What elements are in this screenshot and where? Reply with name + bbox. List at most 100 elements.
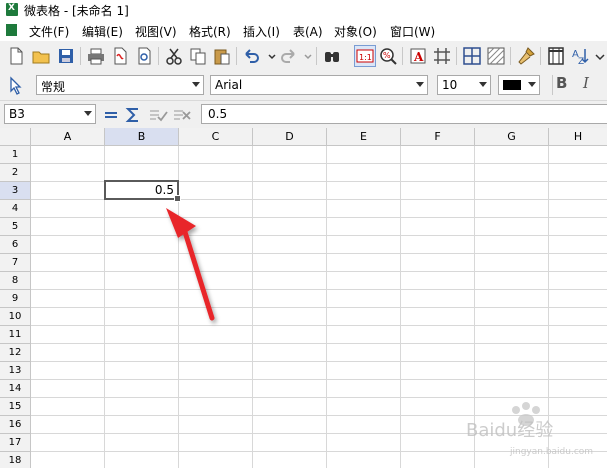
toolbar-separator xyxy=(402,47,403,65)
window-title: 微表格 - [未命名 1] xyxy=(24,4,129,18)
row-header-15[interactable]: 15 xyxy=(0,398,31,416)
font-color-select[interactable] xyxy=(498,75,540,95)
sum-sigma-icon[interactable] xyxy=(123,105,143,125)
style-select-value: 常规 xyxy=(41,80,66,94)
title-bar: 微表格 - [未命名 1] xyxy=(0,0,607,20)
open-folder-icon[interactable] xyxy=(31,46,51,66)
menu-table[interactable]: 表(A) xyxy=(293,23,323,40)
italic-button[interactable]: I xyxy=(583,74,589,92)
svg-text:%: % xyxy=(383,51,391,60)
menu-object[interactable]: 对象(O) xyxy=(334,23,377,40)
find-binoculars-icon[interactable] xyxy=(322,46,342,66)
app-icon xyxy=(6,3,18,16)
document-icon[interactable] xyxy=(6,24,17,36)
row-header-9[interactable]: 9 xyxy=(0,290,31,308)
column-header-h[interactable]: H xyxy=(549,128,607,146)
row-header-5[interactable]: 5 xyxy=(0,218,31,236)
bold-button[interactable]: B xyxy=(556,74,567,92)
borders-icon[interactable] xyxy=(462,46,482,66)
chevron-down-icon xyxy=(192,82,200,87)
toolbar-separator xyxy=(540,47,541,65)
column-header-g[interactable]: G xyxy=(475,128,549,146)
chevron-down-icon xyxy=(84,111,92,116)
name-box[interactable]: B3 xyxy=(4,104,96,124)
cancel-x-icon[interactable] xyxy=(172,105,192,125)
row-header-12[interactable]: 12 xyxy=(0,344,31,362)
column-header-f[interactable]: F xyxy=(401,128,475,146)
row-header-18[interactable]: 18 xyxy=(0,452,31,468)
freeze-panes-icon[interactable] xyxy=(546,46,566,66)
menu-edit[interactable]: 编辑(E) xyxy=(82,23,123,40)
menu-format[interactable]: 格式(R) xyxy=(189,23,231,40)
select-all-corner[interactable] xyxy=(0,128,31,146)
fill-pattern-icon[interactable] xyxy=(486,46,506,66)
percent-format-icon[interactable]: % xyxy=(378,46,398,66)
toolbar-separator xyxy=(456,47,457,65)
menu-file[interactable]: 文件(F) xyxy=(29,23,69,40)
zoom-100-icon[interactable]: 1:1 xyxy=(354,45,376,67)
formula-bar: B3 0.5 xyxy=(0,101,607,129)
accept-check-icon[interactable] xyxy=(148,105,168,125)
menu-insert[interactable]: 插入(I) xyxy=(243,23,280,40)
standard-toolbar: 1:1 % A AZ xyxy=(0,41,607,71)
style-select[interactable]: 常规 xyxy=(36,75,204,95)
font-size-value: 10 xyxy=(442,78,458,92)
svg-text:1:1: 1:1 xyxy=(359,53,372,62)
redo-dropdown-icon[interactable] xyxy=(298,46,312,66)
spreadsheet-grid[interactable]: A B C D E F G H 1 2 3 4 5 6 7 8 9 10 11 … xyxy=(0,128,607,468)
row-header-13[interactable]: 13 xyxy=(0,362,31,380)
chevron-down-icon xyxy=(528,82,536,87)
cut-icon[interactable] xyxy=(164,46,184,66)
chevron-down-icon xyxy=(479,82,487,87)
select-pointer-icon[interactable] xyxy=(6,75,26,95)
column-header-e[interactable]: E xyxy=(327,128,401,146)
toolbar-separator xyxy=(236,47,237,65)
row-header-3[interactable]: 3 xyxy=(0,182,31,200)
formula-content: 0.5 xyxy=(208,107,228,121)
undo-dropdown-icon[interactable] xyxy=(262,46,276,66)
print-icon[interactable] xyxy=(86,46,106,66)
selected-cell-b3[interactable]: 0.5 xyxy=(104,180,181,202)
menu-window[interactable]: 窗口(W) xyxy=(390,23,435,40)
color-swatch xyxy=(503,80,521,90)
row-header-7[interactable]: 7 xyxy=(0,254,31,272)
new-document-icon[interactable] xyxy=(6,46,26,66)
column-header-c[interactable]: C xyxy=(179,128,253,146)
toolbar-separator xyxy=(510,47,511,65)
row-header-10[interactable]: 10 xyxy=(0,308,31,326)
paste-icon[interactable] xyxy=(212,46,232,66)
row-header-2[interactable]: 2 xyxy=(0,164,31,182)
save-icon[interactable] xyxy=(56,46,76,66)
redo-icon[interactable] xyxy=(278,46,298,66)
svg-text:Z: Z xyxy=(578,57,584,66)
column-header-a[interactable]: A xyxy=(31,128,105,146)
row-header-8[interactable]: 8 xyxy=(0,272,31,290)
formula-input[interactable]: 0.5 xyxy=(201,104,607,124)
sort-icon[interactable]: AZ xyxy=(570,46,590,67)
row-header-16[interactable]: 16 xyxy=(0,416,31,434)
column-header-b[interactable]: B xyxy=(105,128,179,146)
export-pdf-icon[interactable] xyxy=(110,46,130,66)
grid-lines-icon[interactable] xyxy=(432,46,452,66)
font-size-select[interactable]: 10 xyxy=(437,75,491,95)
format-painter-icon[interactable] xyxy=(516,46,536,66)
row-header-14[interactable]: 14 xyxy=(0,380,31,398)
menu-view[interactable]: 视图(V) xyxy=(135,23,177,40)
row-header-4[interactable]: 4 xyxy=(0,200,31,218)
toolbar-separator xyxy=(552,75,553,95)
chevron-down-icon xyxy=(416,82,424,87)
column-header-d[interactable]: D xyxy=(253,128,327,146)
row-header-17[interactable]: 17 xyxy=(0,434,31,452)
font-select[interactable]: Arial xyxy=(210,75,428,95)
sort-dropdown-icon[interactable] xyxy=(590,46,605,66)
print-preview-icon[interactable] xyxy=(134,46,154,66)
copy-icon[interactable] xyxy=(188,46,208,66)
equals-function-icon[interactable] xyxy=(101,105,121,125)
row-header-11[interactable]: 11 xyxy=(0,326,31,344)
text-box-icon[interactable]: A xyxy=(408,46,428,66)
row-header-6[interactable]: 6 xyxy=(0,236,31,254)
undo-icon[interactable] xyxy=(242,46,262,66)
row-header-1[interactable]: 1 xyxy=(0,146,31,164)
svg-text:A: A xyxy=(413,50,424,64)
fill-handle[interactable] xyxy=(174,195,181,202)
